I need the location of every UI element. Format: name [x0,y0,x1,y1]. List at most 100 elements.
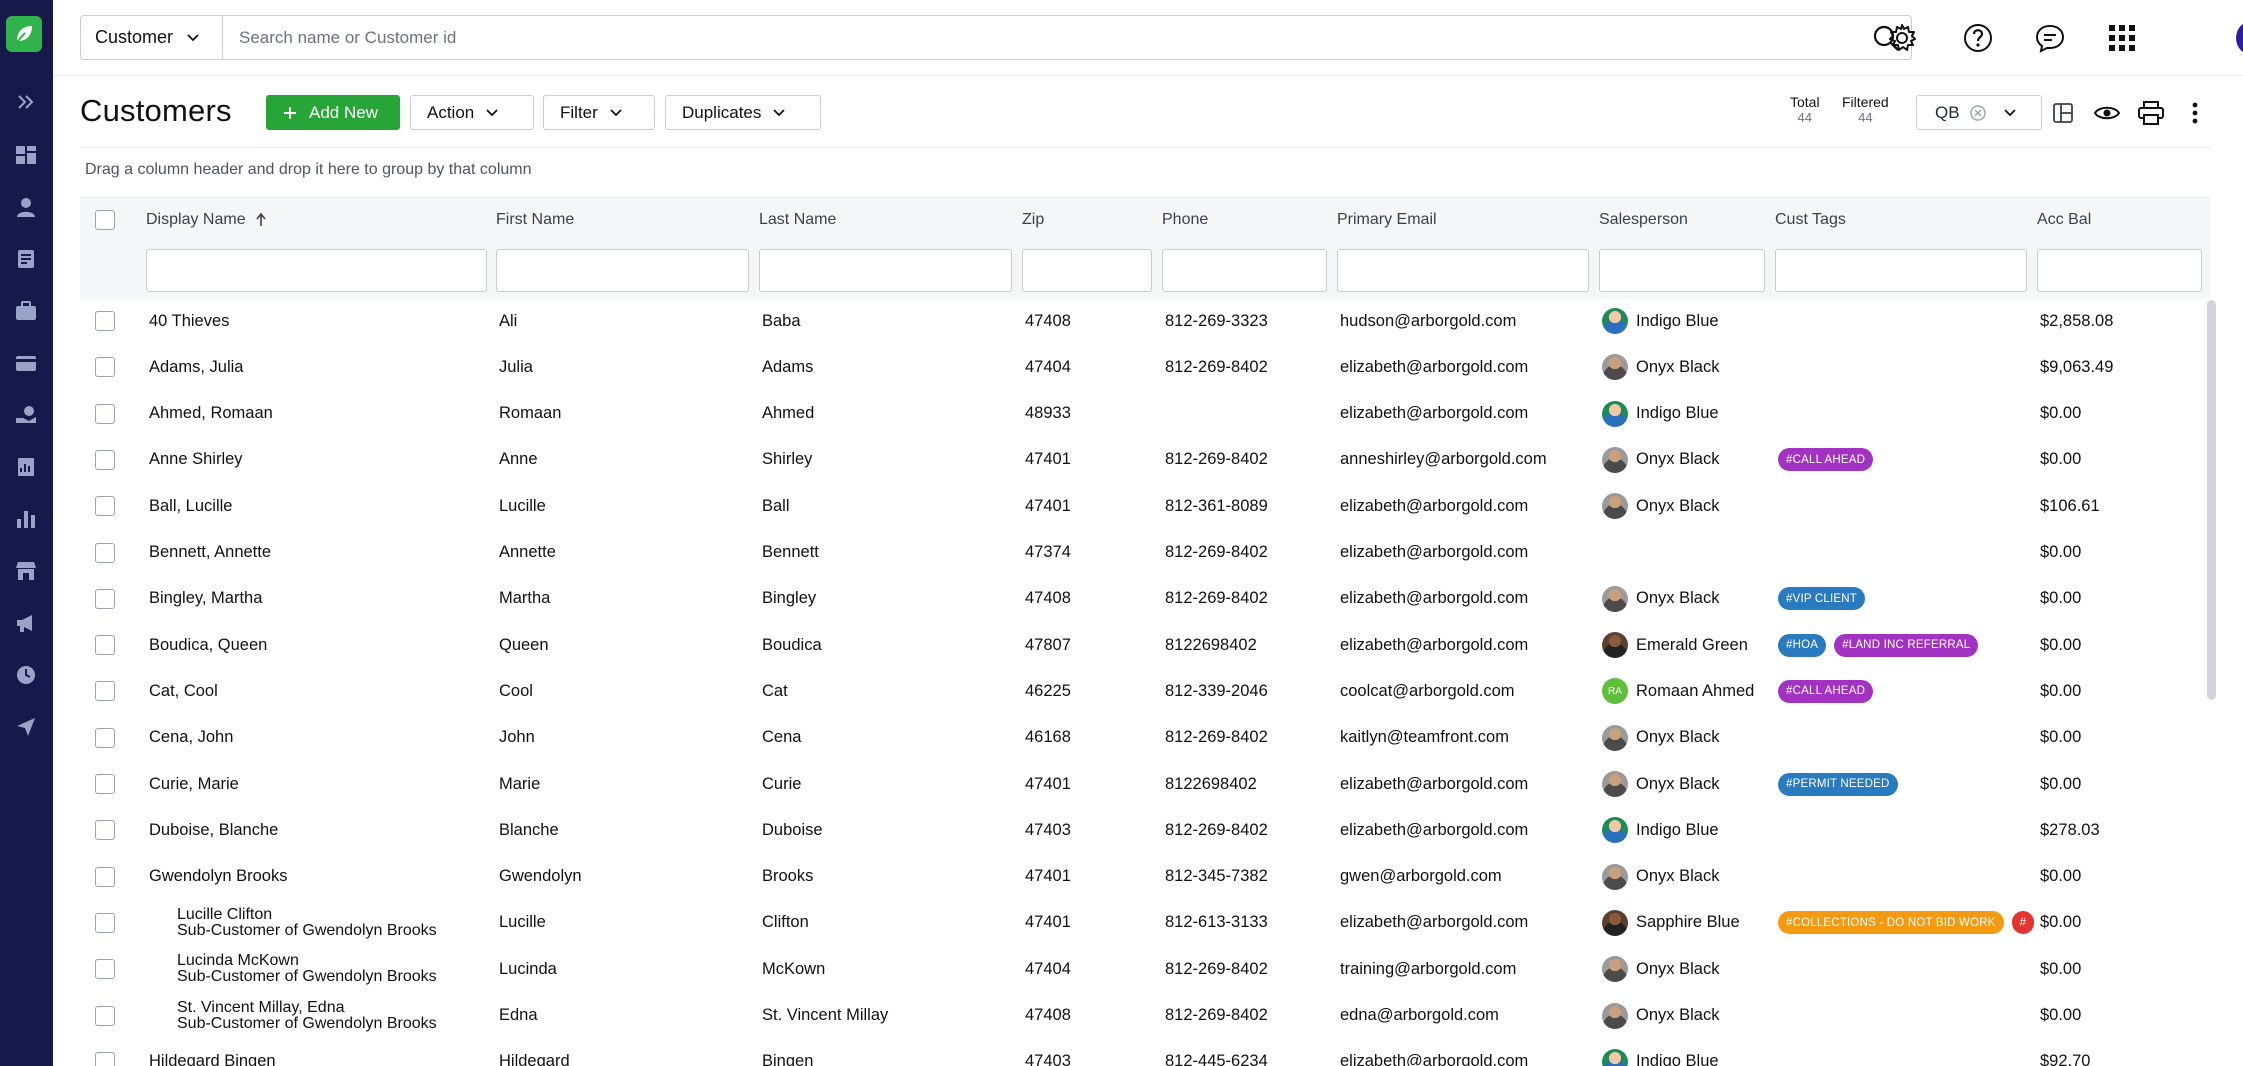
customer-tag[interactable]: #HOA [1778,633,1827,657]
more-options-icon[interactable] [2179,97,2211,129]
user-avatar[interactable]: E [2236,20,2243,56]
table-row[interactable]: Adams, Julia Julia Adams 47404 812-269-8402 e… [80,344,2210,390]
filter-phone[interactable] [1162,249,1327,292]
row-checkbox[interactable] [95,774,115,794]
column-header-last-name[interactable]: Last Name [759,211,836,229]
jobs-icon[interactable] [12,297,40,325]
row-checkbox[interactable] [95,588,115,609]
filter-acc-bal[interactable] [2037,249,2202,292]
grid-scrollbar[interactable] [2207,300,2216,700]
display-name-cell[interactable]: St. Vincent Millay, Edna Sub-Customer of … [177,993,437,1039]
row-checkbox[interactable] [95,820,115,841]
table-row[interactable]: 40 Thieves Ali Baba 47408 812-269-3323 hudson… [80,298,2210,344]
chevron-down-icon[interactable] [2003,108,2016,117]
table-row[interactable]: Boudica, Queen Queen Boudica 47807 812269840… [80,622,2210,668]
row-checkbox[interactable] [95,912,115,933]
dispatch-icon[interactable] [12,713,40,741]
cust-tags-cell: #CALL AHEAD [1778,668,1881,714]
row-checkbox[interactable] [95,1005,115,1026]
table-row[interactable]: Lucinda McKown Sub-Customer of Gwendolyn … [80,946,2210,992]
search-scope-dropdown[interactable]: Customer [81,16,223,59]
row-checkbox[interactable] [95,496,115,517]
customer-tag[interactable]: # [2011,911,2035,935]
arborgold-logo[interactable] [6,16,42,52]
customer-tag[interactable]: #LAND INC REFERRAL [1834,633,1979,657]
table-row[interactable]: Ball, Lucille Lucille Ball 47401 812-361-808… [80,483,2210,529]
table-row[interactable]: Hildegard Bingen Hildegard Bingen 47403 812-… [80,1039,2210,1066]
clear-circle-icon[interactable] [1969,104,1986,121]
row-checkbox[interactable] [95,959,115,980]
row-checkbox[interactable] [95,311,115,331]
table-row[interactable]: Duboise, Blanche Blanche Duboise 47403 812-2… [80,807,2210,853]
customer-tag[interactable]: #COLLECTIONS - DO NOT BID WORK [1778,911,2004,935]
estimates-icon[interactable] [12,245,40,273]
column-header-phone[interactable]: Phone [1162,211,1208,229]
table-row[interactable]: Anne Shirley Anne Shirley 47401 812-269-8402… [80,437,2210,483]
filter-cust-tags[interactable] [1775,249,2027,292]
column-layout-icon[interactable] [2047,97,2079,129]
search-input[interactable] [223,16,1861,59]
row-checkbox[interactable] [95,681,115,702]
table-row[interactable]: Cena, John John Cena 46168 812-269-8402 kaitl… [80,715,2210,761]
column-header-cust-tags[interactable]: Cust Tags [1775,211,1846,229]
payments-icon[interactable] [12,401,40,429]
duplicates-dropdown[interactable]: Duplicates [665,95,821,130]
settings-gear-icon[interactable] [1882,18,1922,58]
time-clock-icon[interactable] [12,661,40,689]
salesperson-name: Onyx Black [1636,1006,1720,1024]
row-checkbox[interactable] [95,727,115,748]
filter-primary-email[interactable] [1337,249,1589,292]
apps-grid-icon[interactable] [2102,18,2142,58]
filter-last-name[interactable] [759,249,1012,292]
eye-icon[interactable] [2091,97,2123,129]
display-name-cell[interactable]: Lucinda McKown Sub-Customer of Gwendolyn … [177,946,437,992]
customer-tag[interactable]: #PERMIT NEEDED [1778,772,1898,796]
filter-first-name[interactable] [496,249,749,292]
customer-tag[interactable]: #CALL AHEAD [1778,679,1874,703]
qb-filter-chip[interactable]: QB [1916,95,2042,130]
help-icon[interactable] [1958,18,1998,58]
table-row[interactable]: Curie, Marie Marie Curie 47401 8122698402 eli… [80,761,2210,807]
row-checkbox[interactable] [95,449,115,470]
table-row[interactable]: Bennett, Annette Annette Bennett 47374 812-2… [80,530,2210,576]
customer-tag[interactable]: #VIP CLIENT [1778,587,1866,611]
invoices-icon[interactable] [12,349,40,377]
analytics-icon[interactable] [12,505,40,533]
table-row[interactable]: St. Vincent Millay, Edna Sub-Customer of … [80,993,2210,1039]
filter-zip[interactable] [1022,249,1152,292]
group-by-drop-zone[interactable]: Drag a column header and drop it here to… [85,161,532,179]
table-row[interactable]: Cat, Cool Cool Cat 46225 812-339-2046 coolcat… [80,668,2210,714]
store-icon[interactable] [12,557,40,585]
customer-tag[interactable]: #CALL AHEAD [1778,448,1874,472]
expand-nav-icon[interactable] [12,88,40,116]
action-dropdown[interactable]: Action [410,95,534,130]
row-checkbox[interactable] [95,866,115,887]
row-checkbox[interactable] [95,635,115,656]
column-header-primary-email[interactable]: Primary Email [1337,211,1437,229]
dashboard-icon[interactable] [12,141,40,169]
row-checkbox[interactable] [95,357,115,378]
marketing-icon[interactable] [12,609,40,637]
table-row[interactable]: Bingley, Martha Martha Bingley 47408 812-269… [80,576,2210,622]
filter-dropdown[interactable]: Filter [543,95,655,130]
select-all-checkbox[interactable] [95,210,115,230]
filter-salesperson[interactable] [1599,249,1765,292]
row-checkbox[interactable] [95,1051,115,1066]
table-row[interactable]: Ahmed, Romaan Romaan Ahmed 48933 elizabeth@a… [80,391,2210,437]
display-name-cell[interactable]: Lucille Clifton Sub-Customer of Gwendolyn… [177,900,437,946]
column-header-display-name[interactable]: Display Name [146,211,266,229]
add-new-button[interactable]: Add New [266,95,400,130]
row-checkbox[interactable] [95,542,115,563]
chat-icon[interactable] [2030,18,2070,58]
table-row[interactable]: Gwendolyn Brooks Gwendolyn Brooks 47401 812-… [80,854,2210,900]
row-checkbox[interactable] [95,403,115,424]
print-icon[interactable] [2135,97,2167,129]
column-header-salesperson[interactable]: Salesperson [1599,211,1688,229]
column-header-zip[interactable]: Zip [1022,211,1044,229]
table-row[interactable]: Lucille Clifton Sub-Customer of Gwendolyn… [80,900,2210,946]
column-header-first-name[interactable]: First Name [496,211,574,229]
filter-display-name[interactable] [146,249,487,292]
column-header-acc-bal[interactable]: Acc Bal [2037,211,2091,229]
customers-icon[interactable] [12,193,40,221]
reports-icon[interactable] [12,453,40,481]
